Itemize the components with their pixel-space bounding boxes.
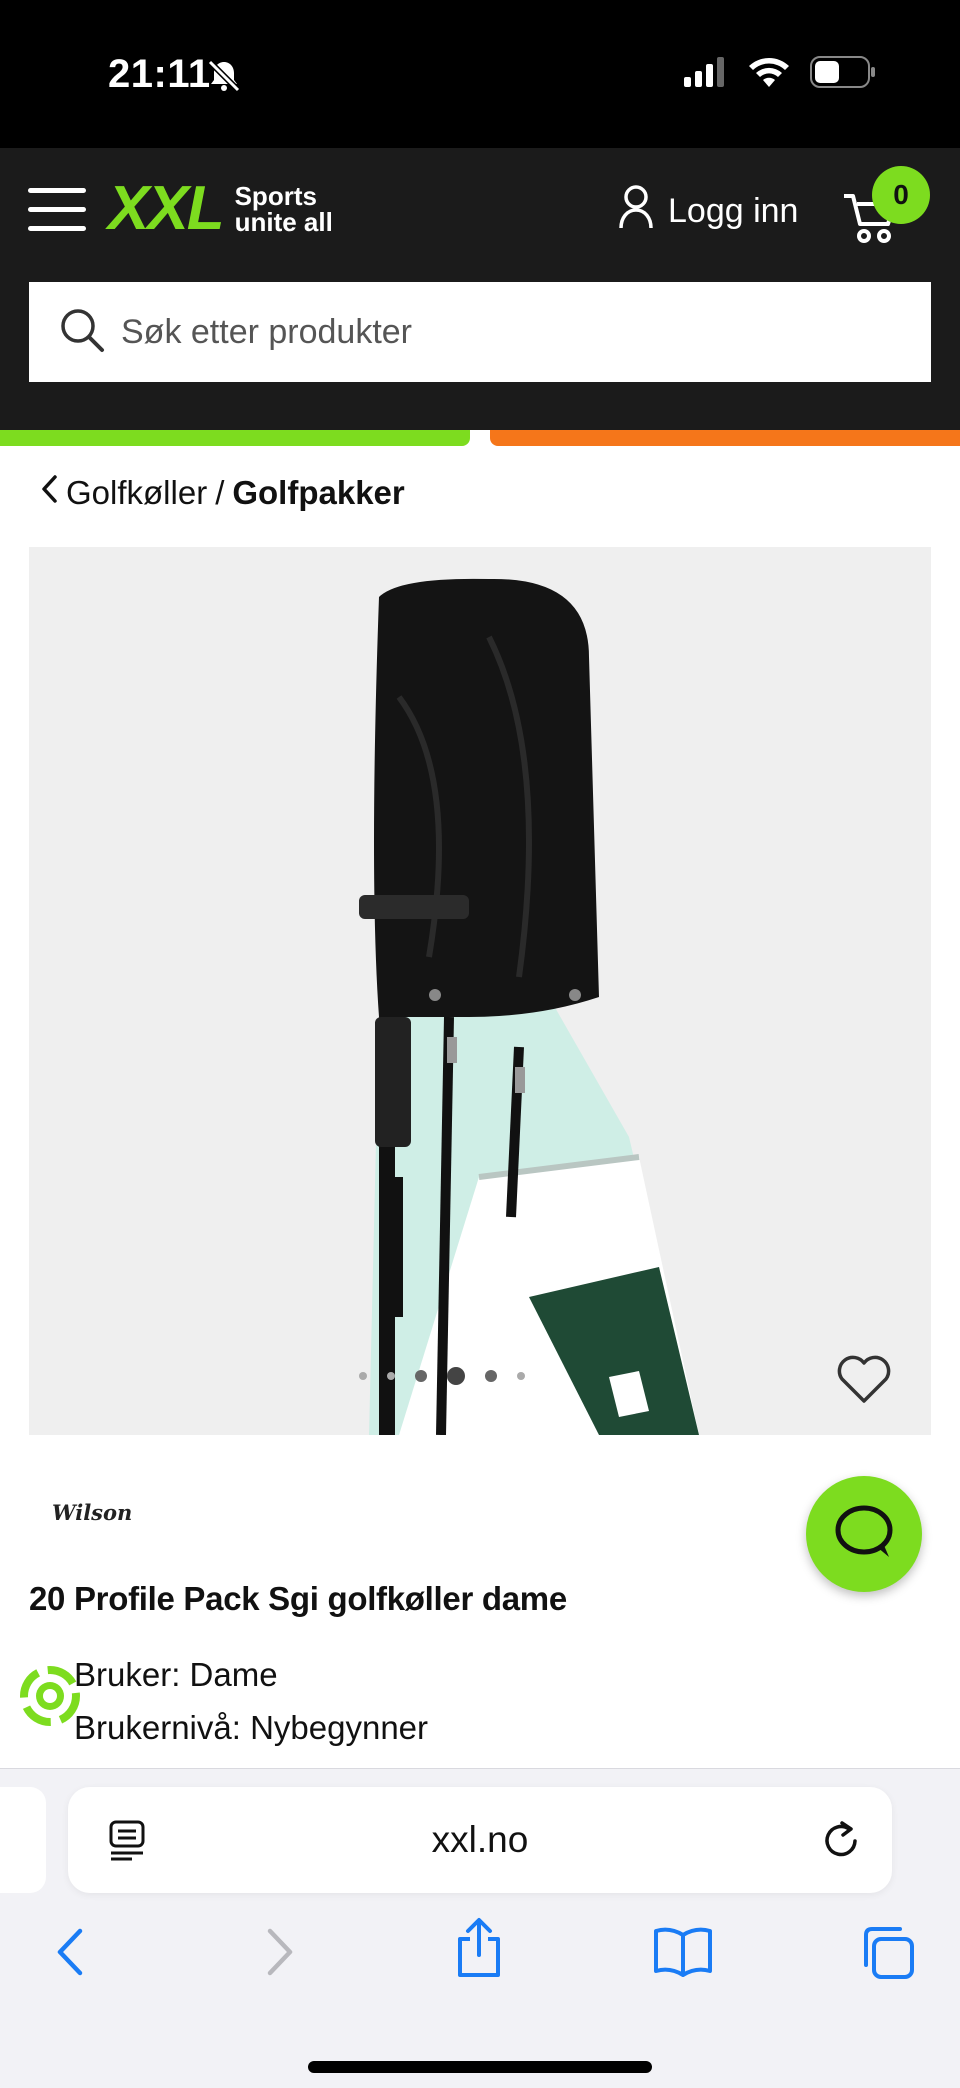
site-header: XXL Sports unite all Logg inn 0 Søk ette… <box>0 148 960 430</box>
reload-icon[interactable] <box>820 1817 862 1866</box>
home-indicator <box>308 2061 652 2073</box>
breadcrumb: Golfkøller / Golfpakker <box>40 474 405 512</box>
gallery-dot[interactable] <box>485 1370 497 1382</box>
address-bar[interactable]: xxl.no <box>68 1787 892 1893</box>
status-time: 21:11 <box>108 52 211 96</box>
product-image <box>339 577 709 1440</box>
breadcrumb-separator: / <box>215 474 225 511</box>
browser-toolbar <box>0 1918 960 1995</box>
logo-tagline: Sports unite all <box>235 183 333 235</box>
sustainability-badge-icon[interactable] <box>16 1662 84 1735</box>
status-bar: 21:11 <box>0 0 960 148</box>
wifi-icon <box>748 57 790 92</box>
gallery-dot[interactable] <box>415 1370 427 1382</box>
hamburger-menu-icon[interactable] <box>28 188 86 232</box>
user-icon <box>618 184 654 239</box>
gallery-dot[interactable] <box>517 1372 525 1380</box>
spec-level: Brukernivå: Nybegynner <box>74 1709 429 1746</box>
gallery-dot[interactable] <box>359 1372 367 1380</box>
previous-tab-peek[interactable] <box>0 1787 46 1893</box>
gallery-dot[interactable] <box>387 1372 395 1380</box>
login-label: Logg inn <box>668 192 799 230</box>
accent-stripe-green <box>0 430 470 446</box>
favorite-heart-icon[interactable] <box>835 1353 893 1410</box>
chat-bubble-icon <box>833 1503 895 1566</box>
bell-muted-icon <box>206 58 242 99</box>
gallery-pagination[interactable] <box>359 1367 525 1385</box>
browser-bottom-bar: xxl.no <box>0 1768 960 2088</box>
xxl-logo[interactable]: XXL Sports unite all <box>108 178 333 240</box>
breadcrumb-current: Golfpakker <box>232 474 405 511</box>
product-image-gallery[interactable] <box>29 547 931 1436</box>
bookmarks-icon[interactable] <box>652 1925 714 1984</box>
login-button[interactable]: Logg inn <box>618 184 798 239</box>
gallery-dot-active[interactable] <box>447 1367 465 1385</box>
share-icon[interactable] <box>454 1917 504 1984</box>
chevron-left-icon[interactable] <box>40 474 58 512</box>
cellular-signal-icon <box>684 57 728 92</box>
search-icon <box>59 307 105 358</box>
chat-button[interactable] <box>806 1476 922 1592</box>
battery-icon <box>810 56 876 93</box>
product-specs: Bruker: Dame Brukernivå: Nybegynner <box>74 1648 428 1754</box>
search-placeholder: Søk etter produkter <box>121 312 413 351</box>
breadcrumb-parent-link[interactable]: Golfkøller <box>66 474 207 512</box>
brand-logo[interactable]: Wilson <box>52 1500 132 1525</box>
back-arrow-icon[interactable] <box>52 1925 88 1984</box>
forward-arrow-icon[interactable] <box>262 1925 298 1984</box>
cart-count-badge[interactable]: 0 <box>872 166 930 224</box>
search-input[interactable]: Søk etter produkter <box>29 282 931 382</box>
logo-tagline-line2: unite all <box>234 207 333 237</box>
tabs-icon[interactable] <box>860 1925 916 1986</box>
product-title: 20 Profile Pack Sgi golfkøller dame <box>29 1580 567 1617</box>
url-text: xxl.no <box>431 1819 529 1860</box>
logo-wordmark: XXL <box>108 174 225 243</box>
accent-stripe-orange <box>490 430 960 446</box>
spec-user: Bruker: Dame <box>74 1656 278 1693</box>
